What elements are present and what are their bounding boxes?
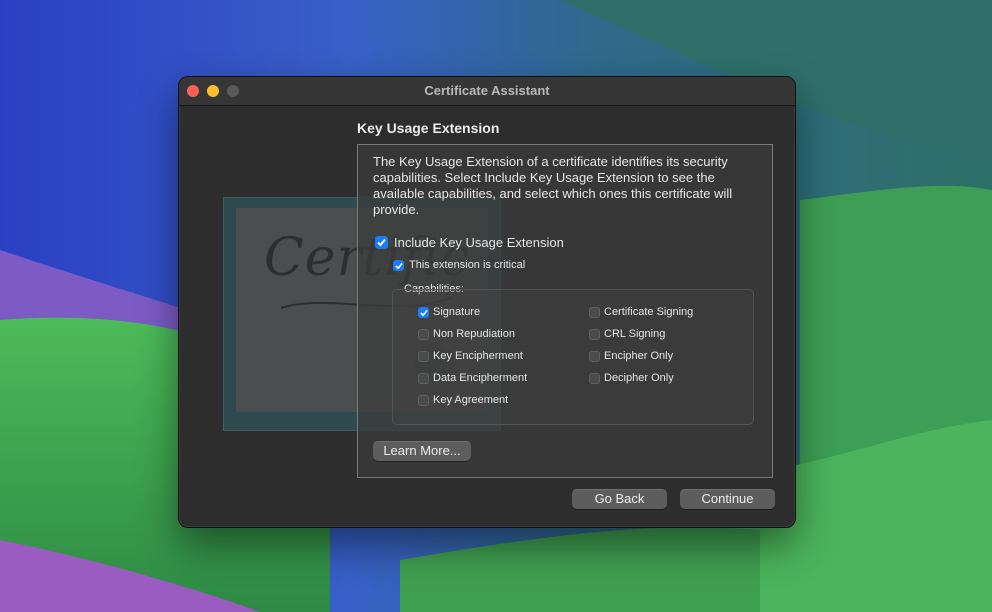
- certificate-assistant-window: Certificate Assistant Certific Key Usage…: [178, 76, 796, 528]
- capabilities-group: Signature Non Repudiation Key Encipherme…: [392, 289, 754, 425]
- continue-button[interactable]: Continue: [680, 489, 775, 509]
- crl-signing-label: CRL Signing: [604, 328, 666, 340]
- decipher-only-checkbox[interactable]: [589, 373, 600, 384]
- learn-more-button[interactable]: Learn More...: [373, 441, 471, 461]
- certificate-signing-checkbox[interactable]: [589, 307, 600, 318]
- critical-checkbox[interactable]: [393, 260, 404, 271]
- key-encipherment-checkbox[interactable]: [418, 351, 429, 362]
- non-repudiation-label: Non Repudiation: [433, 328, 515, 340]
- key-agreement-checkbox[interactable]: [418, 395, 429, 406]
- description-text: The Key Usage Extension of a certificate…: [373, 154, 733, 217]
- go-back-button[interactable]: Go Back: [572, 489, 667, 509]
- data-encipherment-label: Data Encipherment: [433, 372, 528, 384]
- key-agreement-label: Key Agreement: [433, 394, 509, 406]
- data-encipherment-checkbox[interactable]: [418, 373, 429, 384]
- non-repudiation-checkbox[interactable]: [418, 329, 429, 340]
- signature-label: Signature: [433, 306, 481, 318]
- certificate-signing-label: Certificate Signing: [604, 306, 694, 318]
- page-heading: Key Usage Extension: [357, 120, 500, 136]
- crl-signing-checkbox[interactable]: [589, 329, 600, 340]
- decipher-only-label: Decipher Only: [604, 372, 674, 384]
- key-encipherment-label: Key Encipherment: [433, 350, 523, 362]
- title-bar: Certificate Assistant: [179, 77, 795, 106]
- encipher-only-label: Encipher Only: [604, 350, 674, 362]
- include-extension-label: Include Key Usage Extension: [394, 235, 564, 250]
- window-title: Certificate Assistant: [424, 83, 550, 98]
- include-extension-checkbox[interactable]: [375, 236, 388, 249]
- encipher-only-checkbox[interactable]: [589, 351, 600, 362]
- critical-label: This extension is critical: [409, 259, 526, 271]
- key-usage-panel: The Key Usage Extension of a certificate…: [357, 144, 773, 478]
- signature-checkbox[interactable]: [418, 307, 429, 318]
